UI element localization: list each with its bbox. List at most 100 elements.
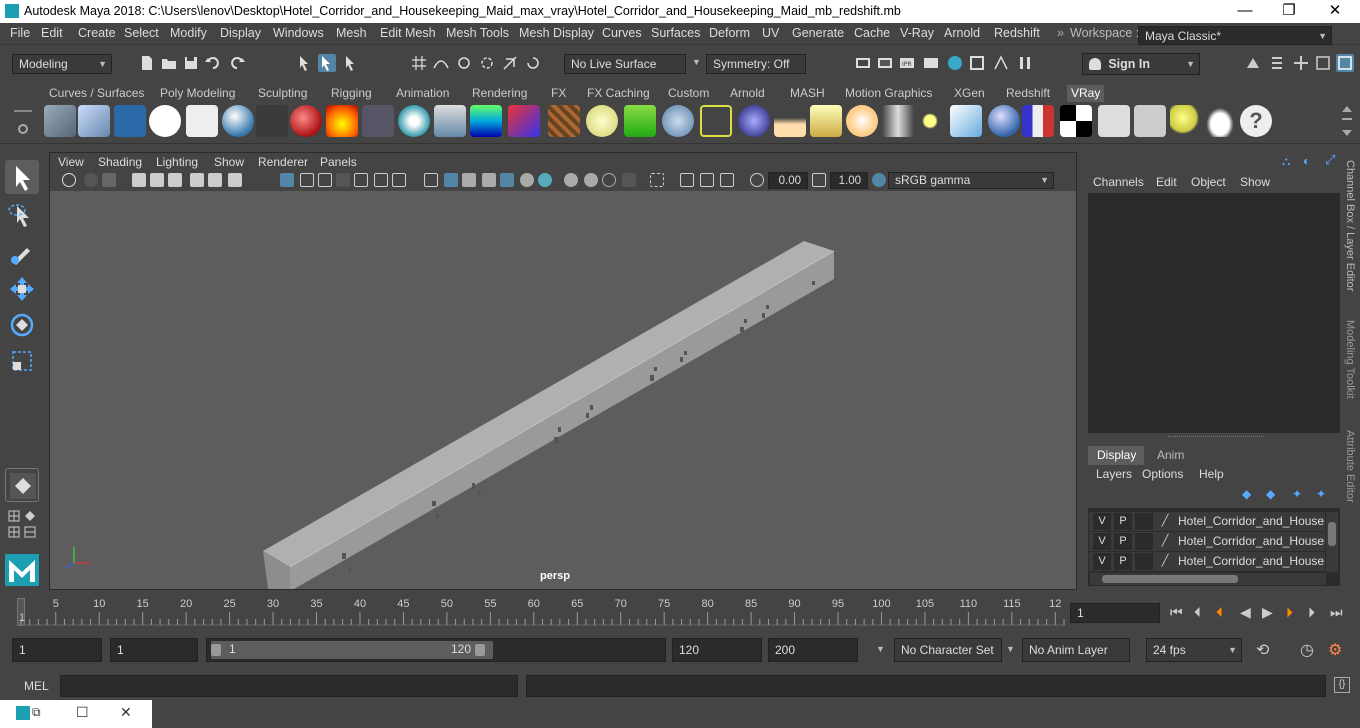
tab-anim[interactable]: Anim (1157, 448, 1184, 462)
shelf-tab-motion-graphics[interactable]: Motion Graphics (841, 85, 936, 102)
scene-end-field[interactable]: 200 (768, 638, 858, 662)
move-layer-up-icon[interactable]: ◆ (1242, 487, 1251, 501)
vray-curve-icon[interactable] (700, 105, 732, 137)
camera-attributes-icon[interactable] (84, 173, 98, 187)
smooth-shade-icon[interactable] (444, 173, 458, 187)
menu-modify[interactable]: Modify (170, 26, 207, 40)
isolate-select-icon[interactable] (622, 173, 636, 187)
vray-frame-buffer-icon[interactable] (78, 105, 110, 137)
render-sequence-icon[interactable] (876, 54, 894, 72)
maximize-button[interactable]: ❐ (1266, 1, 1312, 22)
playback-start-field[interactable]: 1 (110, 638, 198, 662)
menu-surfaces[interactable]: Surfaces (651, 26, 700, 40)
film-gate-toggle-icon[interactable] (300, 173, 314, 187)
layer-type-toggle[interactable] (1135, 533, 1153, 550)
loop-icon[interactable]: ⟲ (1256, 640, 1269, 660)
go-to-start-icon[interactable]: ⏮ (1170, 604, 1183, 621)
hypershade-layout-icon[interactable] (24, 526, 36, 538)
menu-windows[interactable]: Windows (273, 26, 324, 40)
menu-uv[interactable]: UV (762, 26, 779, 40)
vray-rect-light-icon[interactable] (950, 105, 982, 137)
shelf-menu-icon[interactable] (1342, 118, 1352, 120)
color-management-icon[interactable] (872, 173, 886, 187)
modeling-toolkit-icon[interactable] (1244, 54, 1262, 72)
range-slider[interactable]: 1 120 (206, 638, 666, 662)
current-frame-field[interactable]: 1 (1070, 603, 1160, 623)
shelf-settings-gear-icon[interactable] (18, 124, 28, 134)
layer-row[interactable]: V P ╱ Hotel_Corridor_and_Housek (1089, 552, 1325, 571)
shelf-tab-rendering[interactable]: Rendering (468, 85, 531, 102)
layer-color-icon[interactable]: ╱ (1156, 553, 1174, 570)
two-d-pan-zoom-icon[interactable] (150, 173, 164, 187)
layer-visibility-toggle[interactable]: V (1093, 513, 1111, 530)
shelf-tab-curves-surfaces[interactable]: Curves / Surfaces (45, 85, 148, 102)
bookmark-icon[interactable] (102, 173, 116, 187)
vray-volume-icon[interactable] (738, 105, 770, 137)
depth-of-field-icon[interactable] (602, 173, 616, 187)
anim-layer-field[interactable]: No Anim Layer (1022, 638, 1130, 662)
scene-start-field[interactable]: 1 (12, 638, 102, 662)
layer-type-toggle[interactable] (1135, 513, 1153, 530)
vray-table-icon[interactable] (1134, 105, 1166, 137)
side-tab-attribute-editor[interactable]: Attribute Editor (1344, 430, 1356, 503)
close-button[interactable]: ✕ (1312, 1, 1358, 22)
layer-scrollbar[interactable] (1326, 512, 1338, 572)
vray-light-lister-icon[interactable] (1170, 105, 1202, 137)
attribute-editor-icon[interactable] (1268, 54, 1286, 72)
side-tab-channel-box[interactable]: Channel Box / Layer Editor (1344, 160, 1356, 291)
shelf-tab-mash[interactable]: MASH (786, 85, 829, 102)
menu-edit[interactable]: Edit (41, 26, 63, 40)
shelf-tab-vray[interactable]: VRay (1067, 85, 1105, 102)
vray-dome-light-icon[interactable] (222, 105, 254, 137)
layer-name[interactable]: Hotel_Corridor_and_Housek (1178, 554, 1325, 568)
vray-sphere-icon[interactable] (988, 105, 1020, 137)
vray-ies-light-icon[interactable] (470, 105, 502, 137)
layer-row[interactable]: V P ╱ Hotel_Corridor_and_Housek (1089, 532, 1325, 551)
motion-blur-icon[interactable] (564, 173, 578, 187)
step-back-key-icon[interactable]: ⏴ (1216, 604, 1223, 621)
shelf-scroll-up-icon[interactable] (1342, 106, 1352, 112)
rotate-tool-icon[interactable] (5, 308, 39, 342)
menu-mesh[interactable]: Mesh (336, 26, 367, 40)
vray-sun-icon[interactable] (774, 105, 806, 137)
layer-name[interactable]: Hotel_Corridor_and_Housek (1178, 514, 1325, 528)
color-space-select[interactable]: sRGB gamma ▼ (888, 172, 1054, 189)
menu-curves[interactable]: Curves (602, 26, 642, 40)
vray-windows-icon[interactable] (114, 105, 146, 137)
menu-deform[interactable]: Deform (709, 26, 750, 40)
character-set-field[interactable]: No Character Set (894, 638, 1002, 662)
layer-name[interactable]: Hotel_Corridor_and_Housek (1178, 534, 1325, 548)
use-all-lights-icon[interactable] (500, 173, 514, 187)
range-end-grip-icon[interactable] (475, 644, 485, 656)
render-settings-icon[interactable] (922, 54, 940, 72)
vray-color-icon[interactable] (1022, 105, 1054, 137)
command-input[interactable] (60, 675, 518, 697)
field-chart-icon[interactable] (354, 173, 368, 187)
panel-menu-renderer[interactable]: Renderer (258, 155, 308, 169)
shelf-tab-poly-modeling[interactable]: Poly Modeling (156, 85, 239, 102)
panel-menu-panels[interactable]: Panels (320, 155, 357, 169)
new-scene-icon[interactable] (138, 54, 156, 72)
image-plane-icon[interactable] (132, 173, 146, 187)
shelf-tab-arnold[interactable]: Arnold (726, 85, 769, 102)
shelf-scroll-down-icon[interactable] (1342, 130, 1352, 136)
menu-file[interactable]: File (10, 26, 30, 40)
layer-h-scrollbar[interactable] (1090, 573, 1326, 585)
channel-menu-channels[interactable]: Channels (1093, 175, 1144, 189)
vray-mesh-light-icon[interactable] (508, 105, 540, 137)
menu-redshift[interactable]: Redshift (994, 26, 1040, 40)
step-forward-frame-icon[interactable]: ⏵ (1308, 604, 1315, 621)
time-ruler[interactable]: 1 5 10 15 20 25 30 35 40 45 50 55 60 65 70 75 80 85 90 95 10… (17, 598, 1065, 626)
anti-aliasing-icon[interactable] (584, 173, 598, 187)
menu-cache[interactable]: Cache (854, 26, 890, 40)
layer-playback-toggle[interactable]: P (1114, 553, 1132, 570)
layer-menu-options[interactable]: Options (1142, 467, 1183, 481)
layer-menu-layers[interactable]: Layers (1096, 467, 1132, 481)
playback-end-field[interactable]: 120 (672, 638, 762, 662)
vray-proxy-icon[interactable] (548, 105, 580, 137)
step-forward-key-icon[interactable]: ⏵ (1286, 604, 1293, 621)
channel-expand-icon[interactable]: ⤢ (1325, 152, 1335, 168)
shelf-tab-fx-caching[interactable]: FX Caching (583, 85, 654, 102)
history-icon[interactable] (524, 54, 542, 72)
shelf-menu-icon[interactable] (14, 110, 32, 112)
